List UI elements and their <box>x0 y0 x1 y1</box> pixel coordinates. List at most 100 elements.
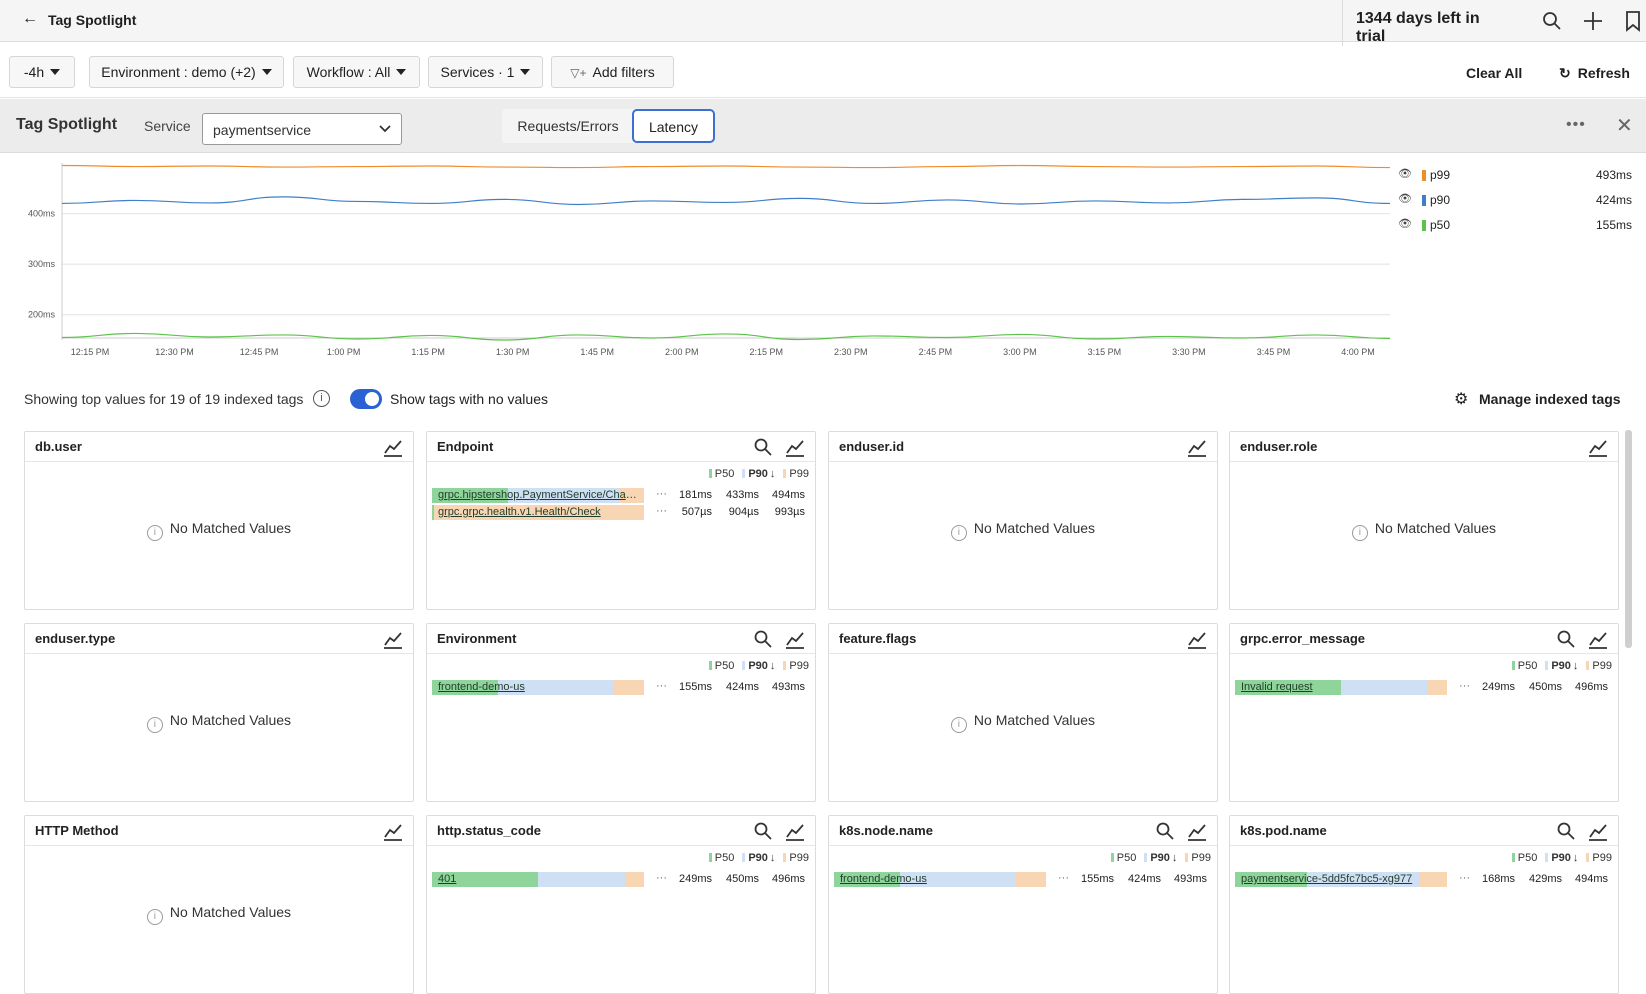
close-icon[interactable]: ✕ <box>1616 113 1633 138</box>
environment-label: Environment : demo (+2) <box>101 64 256 80</box>
p99-legend: P99 <box>783 468 809 480</box>
p99-value: 993µs <box>774 506 805 518</box>
card-header: http.status_code <box>427 816 815 846</box>
eye-icon[interactable]: 👁 <box>1398 167 1412 180</box>
eye-icon[interactable]: 👁 <box>1398 217 1412 230</box>
chart-icon[interactable] <box>383 437 403 457</box>
p90-legend[interactable]: P90 ↓ <box>742 660 775 672</box>
no-values-message: i No Matched Values <box>829 520 1217 541</box>
tags-info-bar: Showing top values for 19 of 19 indexed … <box>0 385 1646 415</box>
bookmark-icon[interactable] <box>1622 10 1644 32</box>
series-line-p90 <box>61 196 1391 206</box>
search-icon[interactable] <box>753 629 773 649</box>
p50-value: 155ms <box>1080 873 1114 885</box>
search-icon[interactable] <box>753 437 773 457</box>
tag-value-link[interactable]: frontend-demo-us <box>840 873 1040 885</box>
p90-legend[interactable]: P90 ↓ <box>1144 852 1177 864</box>
tag-value-link[interactable]: frontend-demo-us <box>438 681 638 693</box>
tag-value-link[interactable]: Invalid request <box>1241 681 1441 693</box>
chart-icon[interactable] <box>1187 437 1207 457</box>
tag-value-link[interactable]: paymentservice-5dd5fc7bc5-xg977 <box>1241 873 1441 885</box>
card-header: enduser.role <box>1230 432 1618 462</box>
chart-icon[interactable] <box>1588 629 1608 649</box>
tag-card: http.status_code P50 P90 ↓ P99 401 ··· 249ms 450… <box>426 815 816 994</box>
no-values-message: i No Matched Values <box>25 712 413 733</box>
x-tick-label: 4:00 PM <box>1341 347 1375 357</box>
show-empty-tags-toggle[interactable] <box>350 389 382 409</box>
tag-value-row[interactable]: Invalid request ··· 249ms 450ms 496ms <box>1235 680 1615 696</box>
tag-value-link[interactable]: grpc.hipstershop.PaymentService/Charge <box>438 489 638 501</box>
tag-value-row[interactable]: grpc.grpc.health.v1.Health/Check ··· 507µs… <box>432 505 812 521</box>
scrollbar[interactable] <box>1625 430 1632 648</box>
plus-icon[interactable] <box>1582 10 1604 32</box>
tag-card: db.user i No Matched Values <box>24 431 414 610</box>
back-arrow-icon[interactable]: ← <box>22 10 38 28</box>
percentile-legend: P50 P90 ↓ P99 <box>1504 852 1612 866</box>
card-title: grpc.error_message <box>1240 631 1366 646</box>
legend-item-p90[interactable]: 👁 p90 424ms <box>1398 192 1632 210</box>
clear-all-button[interactable]: Clear All <box>1466 65 1522 81</box>
search-icon[interactable] <box>1556 821 1576 841</box>
tag-value-row[interactable]: paymentservice-5dd5fc7bc5-xg977 ··· 168ms 4… <box>1235 872 1615 888</box>
add-filters-label: Add filters <box>592 64 655 80</box>
chart-icon[interactable] <box>785 821 805 841</box>
add-filters-button[interactable]: ▽+ Add filters <box>551 56 674 88</box>
chart-icon[interactable] <box>1588 437 1608 457</box>
filter-icon: ▽+ <box>570 66 587 80</box>
more-options-icon[interactable]: ••• <box>1566 116 1586 134</box>
p90-legend[interactable]: P90 ↓ <box>1545 660 1578 672</box>
spotlight-header: Tag Spotlight Service paymentservice Req… <box>0 99 1646 153</box>
tag-value-link[interactable]: grpc.grpc.health.v1.Health/Check <box>438 506 638 518</box>
manage-indexed-tags-button[interactable]: Manage indexed tags <box>1452 391 1621 407</box>
tab-requests-errors[interactable]: Requests/Errors <box>502 109 634 143</box>
percentile-legend: P50 P90 ↓ P99 <box>701 852 809 866</box>
info-icon: i <box>950 717 967 733</box>
tag-value-row[interactable]: 401 ··· 249ms 450ms 496ms <box>432 872 812 888</box>
refresh-button[interactable]: ↻ Refresh <box>1559 65 1630 82</box>
x-tick-label: 1:15 PM <box>411 347 445 357</box>
service-select[interactable]: paymentservice <box>202 113 402 145</box>
chart-icon[interactable] <box>383 821 403 841</box>
chart-icon[interactable] <box>383 629 403 649</box>
show-empty-tags-label: Show tags with no values <box>390 391 548 407</box>
legend-item-p50[interactable]: 👁 p50 155ms <box>1398 217 1632 235</box>
p90-value: 424ms <box>725 681 759 693</box>
p99-value: 494ms <box>1574 873 1608 885</box>
search-icon[interactable] <box>753 821 773 841</box>
p50-legend: P50 <box>1110 852 1136 864</box>
eye-icon[interactable]: 👁 <box>1398 192 1412 205</box>
search-icon[interactable] <box>1541 10 1563 32</box>
info-icon[interactable]: i <box>313 390 330 407</box>
percentile-legend: P50 P90 ↓ P99 <box>701 660 809 674</box>
search-icon[interactable] <box>1556 629 1576 649</box>
legend-item-p99[interactable]: 👁 p99 493ms <box>1398 167 1632 185</box>
x-tick-label: 12:45 PM <box>240 347 279 357</box>
tag-value-row[interactable]: grpc.hipstershop.PaymentService/Charge ··… <box>432 488 812 504</box>
legend-label: p90 <box>1430 193 1451 207</box>
p99-value: 494ms <box>771 489 805 501</box>
p99-legend: P99 <box>783 852 809 864</box>
caret-down-icon <box>520 69 531 75</box>
tag-value-row[interactable]: frontend-demo-us ··· 155ms 424ms 493ms <box>834 872 1214 888</box>
tag-value-link[interactable]: 401 <box>438 873 638 885</box>
chart-icon[interactable] <box>1187 629 1207 649</box>
tag-card: Endpoint P50 P90 ↓ P99 grpc.hipstershop.Payme… <box>426 431 816 610</box>
card-header: HTTP Method <box>25 816 413 846</box>
chart-icon[interactable] <box>1187 821 1207 841</box>
chart-icon[interactable] <box>1588 821 1608 841</box>
card-title: enduser.id <box>839 439 905 454</box>
services-filter[interactable]: Services · 1 <box>428 56 543 88</box>
chart-icon[interactable] <box>785 629 805 649</box>
latency-bar: Invalid request <box>1235 680 1447 695</box>
chart-icon[interactable] <box>785 437 805 457</box>
workflow-filter[interactable]: Workflow : All <box>293 56 420 88</box>
tag-value-row[interactable]: frontend-demo-us ··· 155ms 424ms 493ms <box>432 680 812 696</box>
search-icon[interactable] <box>1155 821 1175 841</box>
latency-bar: 401 <box>432 872 644 887</box>
p90-legend[interactable]: P90 ↓ <box>742 852 775 864</box>
time-range-dropdown[interactable]: -4h <box>9 56 75 88</box>
p90-legend[interactable]: P90 ↓ <box>742 468 775 480</box>
tab-latency[interactable]: Latency <box>632 109 715 143</box>
p90-legend[interactable]: P90 ↓ <box>1545 852 1578 864</box>
environment-filter[interactable]: Environment : demo (+2) <box>89 56 284 88</box>
